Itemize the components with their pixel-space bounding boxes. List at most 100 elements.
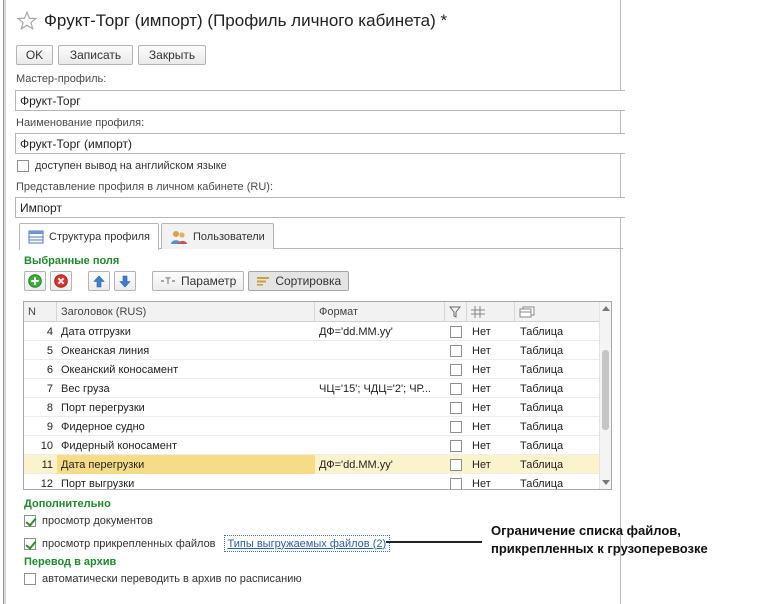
row-title[interactable]: Фидерное судно [57,417,315,436]
tab-profile-structure[interactable]: Структура профиля [19,223,160,250]
grid-icon [471,306,485,318]
row-checkbox[interactable] [450,363,462,376]
row-flag[interactable]: Нет [467,455,515,474]
row-flag[interactable]: Нет [467,474,515,490]
row-title[interactable]: Дата отгрузки [57,322,315,341]
sort-button-label: Сортировка [275,274,342,288]
close-button[interactable]: Закрыть [138,45,206,65]
scrollbar-thumb[interactable] [602,350,609,430]
row-type[interactable]: Таблица [515,474,600,490]
table-row[interactable]: 12 Порт выгрузки Нет Таблица [24,474,600,490]
column-header-grid[interactable] [467,302,515,322]
table-row[interactable]: 9 Фидерное судно Нет Таблица [24,417,600,436]
row-format[interactable]: ДФ='dd.MM.yy' [315,455,445,474]
table-row[interactable]: 10 Фидерный коносамент Нет Таблица [24,436,600,455]
row-checkbox-cell [445,417,467,436]
cabinet-view-field[interactable]: Импорт [15,197,625,218]
tab-users[interactable]: Пользователи [161,223,274,249]
row-flag[interactable]: Нет [467,436,515,455]
row-type[interactable]: Таблица [515,398,600,417]
row-type[interactable]: Таблица [515,379,600,398]
row-format[interactable]: ЧЦ='15'; ЧДЦ='2'; ЧР... [315,379,445,398]
table-row[interactable]: 8 Порт перегрузки Нет Таблица [24,398,600,417]
scroll-down-arrow[interactable] [602,480,610,485]
table-row[interactable]: 7 Вес груза ЧЦ='15'; ЧДЦ='2'; ЧР... Нет Табл… [24,379,600,398]
save-button[interactable]: Записать [58,45,133,65]
table-scrollbar[interactable] [599,302,611,489]
row-checkbox[interactable] [450,401,462,414]
row-flag[interactable]: Нет [467,360,515,379]
move-down-button[interactable] [114,271,136,291]
row-number: 12 [40,477,53,490]
add-button[interactable] [24,271,46,291]
row-title[interactable]: Вес груза [57,379,315,398]
row-format[interactable] [315,436,445,455]
row-title[interactable]: Порт перегрузки [57,398,315,417]
row-format[interactable]: ДФ='dd.MM.yy' [315,322,445,341]
row-type[interactable]: Таблица [515,322,600,341]
row-checkbox[interactable] [450,325,462,338]
row-format[interactable] [315,341,445,360]
row-flag[interactable]: Нет [467,379,515,398]
view-docs-checkbox[interactable] [24,515,36,527]
row-checkbox[interactable] [450,439,462,452]
move-up-button[interactable] [88,271,110,291]
profile-name-field[interactable]: Фрукт-Торг (импорт) [15,133,625,154]
row-checkbox[interactable] [450,344,462,357]
table-row[interactable]: 4 Дата отгрузки ДФ='dd.MM.yy' Нет Таблица [24,322,600,341]
tab-users-label: Пользователи [193,230,265,243]
row-format[interactable] [315,417,445,436]
svg-text:T: T [165,276,171,286]
parameter-button[interactable]: T Параметр [152,271,245,291]
row-title[interactable]: Порт выгрузки [57,474,315,490]
row-title[interactable]: Океанская линия [57,341,315,360]
row-checkbox[interactable] [450,458,462,471]
row-number: 8 [46,401,53,414]
master-profile-field[interactable]: Фрукт-Торг [15,90,625,111]
auto-archive-checkbox[interactable] [24,573,36,585]
row-format[interactable] [315,474,445,489]
scroll-up-arrow[interactable] [602,306,610,311]
row-type[interactable]: Таблица [515,417,600,436]
row-checkbox[interactable] [450,382,462,395]
row-type[interactable]: Таблица [515,436,600,455]
row-type[interactable]: Таблица [515,455,600,474]
column-header-n[interactable]: N [24,302,57,322]
column-header-filter[interactable] [445,302,467,322]
table-row[interactable]: 6 Океанский коносамент Нет Таблица [24,360,600,379]
row-checkbox[interactable] [450,477,462,489]
sort-button[interactable]: Сортировка [248,271,350,291]
row-checkbox[interactable] [450,420,462,433]
row-title[interactable]: Фидерный коносамент [57,436,315,455]
row-checkbox-cell [445,322,467,341]
favorite-star-icon[interactable] [16,10,38,32]
table-header: N Заголовок (RUS) Формат [24,302,600,322]
view-attached-row: просмотр прикрепленных файлов Типы выгру… [24,535,391,552]
table-row[interactable]: 5 Океанская линия Нет Таблица [24,341,600,360]
row-flag[interactable]: Нет [467,398,515,417]
english-output-checkbox[interactable] [17,160,29,172]
column-header-format[interactable]: Формат [315,302,445,322]
ok-button[interactable]: OK [16,45,53,65]
row-title[interactable]: Дата перегрузки [57,455,315,474]
additional-title: Дополнительно [24,498,111,510]
table-structure-icon [28,230,44,244]
view-attached-checkbox[interactable] [24,537,36,550]
row-number: 5 [46,344,53,357]
table-row[interactable]: 11 Дата перегрузки ДФ='dd.MM.yy' Нет Таблица [24,455,600,474]
row-flag[interactable]: Нет [467,417,515,436]
row-checkbox-cell [445,436,467,455]
column-header-table[interactable] [515,302,600,322]
delete-icon [54,274,68,288]
row-format[interactable] [315,360,445,379]
file-types-link[interactable]: Типы выгружаемых файлов (2) [223,535,391,552]
row-flag[interactable]: Нет [467,322,515,341]
row-title[interactable]: Океанский коносамент [57,360,315,379]
column-header-title[interactable]: Заголовок (RUS) [57,302,315,322]
row-type[interactable]: Таблица [515,360,600,379]
row-format[interactable] [315,398,445,417]
row-flag[interactable]: Нет [467,341,515,360]
delete-button[interactable] [50,271,72,291]
filter-icon [449,306,461,318]
row-type[interactable]: Таблица [515,341,600,360]
